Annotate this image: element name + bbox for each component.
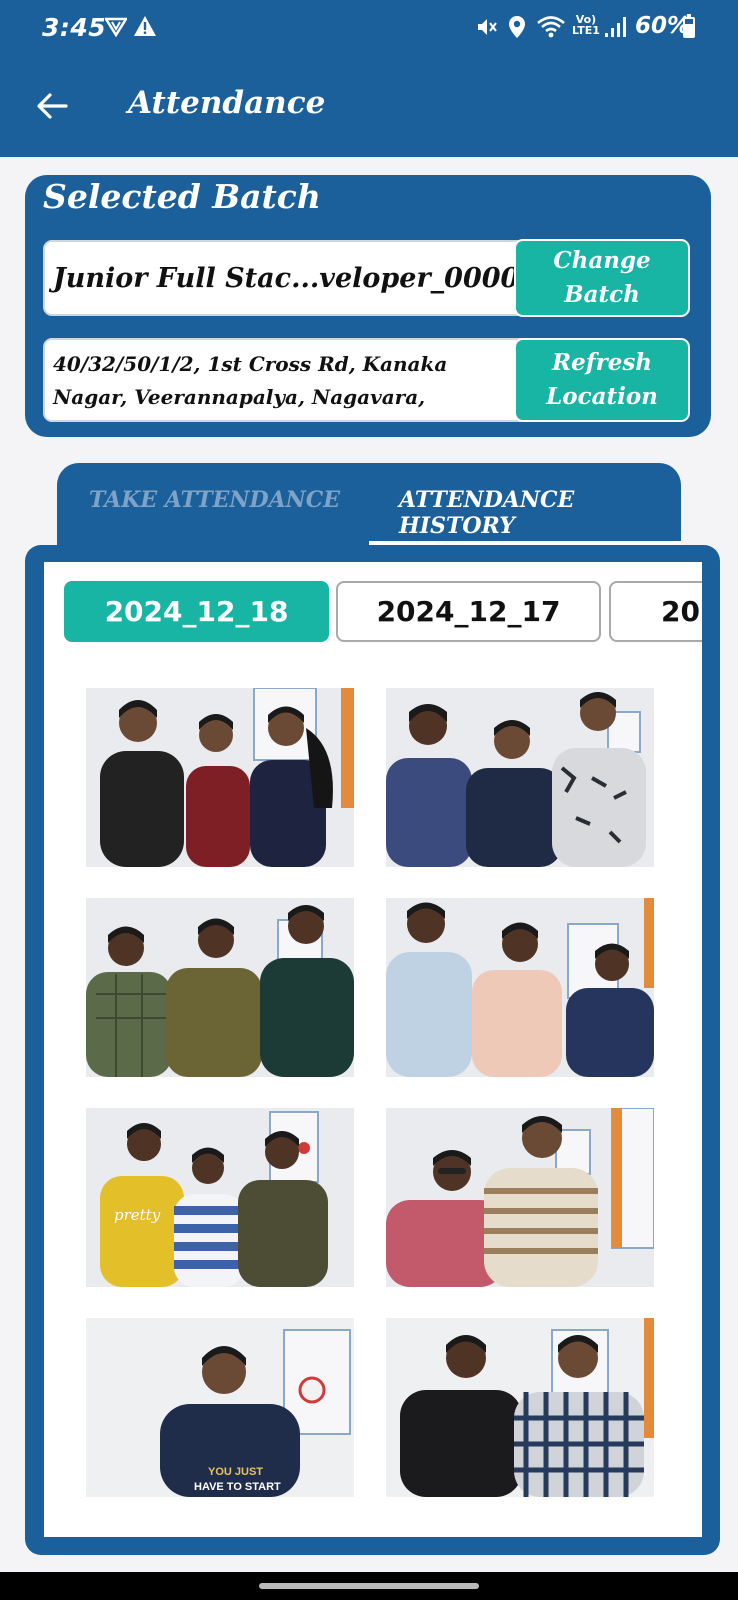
back-arrow-icon (37, 93, 68, 119)
wifi-icon (537, 16, 565, 38)
group-photo-image (86, 688, 354, 867)
date-chip-selected[interactable]: 2024_12_18 (64, 581, 329, 642)
refresh-location-button[interactable]: Refresh Location (514, 338, 690, 422)
attendance-history-panel: 2024_12_18 2024_12_17 20 pretty YOU JUST… (25, 545, 720, 1555)
warning-icon (134, 16, 156, 36)
attendance-photo[interactable] (386, 898, 654, 1077)
status-bar: 3:45 Vo) LTE1 60% (0, 0, 738, 57)
shirt-text-line-1: YOU JUST (208, 1466, 263, 1478)
attendance-photo[interactable] (86, 688, 354, 867)
batch-name-field: Junior Full Stac...veloper_00002 (43, 240, 531, 316)
refresh-location-label-2: Location (546, 383, 658, 410)
attendance-photo[interactable] (386, 688, 654, 867)
battery-icon (683, 14, 695, 38)
attendance-photo[interactable]: pretty (86, 1108, 354, 1287)
change-batch-label-2: Batch (564, 281, 640, 308)
attendance-photo[interactable]: YOU JUST HAVE TO START (86, 1318, 354, 1497)
group-photo-image: pretty (86, 1108, 354, 1287)
attendance-photo[interactable] (86, 898, 354, 1077)
battery-percent: 60% (635, 13, 691, 39)
location-pin-icon (509, 16, 525, 38)
date-chip-partial[interactable]: 20 (609, 581, 702, 642)
date-chip[interactable]: 2024_12_17 (336, 581, 601, 642)
group-photo-image (386, 1318, 654, 1497)
group-photo-image: YOU JUST HAVE TO START (86, 1318, 354, 1497)
v-app-icon (105, 17, 127, 37)
volte-indicator: Vo) LTE1 (572, 13, 600, 37)
status-time: 3:45 (42, 13, 107, 42)
shirt-text: pretty (114, 1206, 161, 1224)
refresh-location-label-1: Refresh (551, 349, 653, 376)
tab-take-attendance[interactable]: TAKE ATTENDANCE (89, 487, 340, 513)
tab-attendance-history[interactable]: ATTENDANCE HISTORY (399, 487, 681, 539)
group-photo-image (86, 898, 354, 1077)
location-field: 40/32/50/1/2, 1st Cross Rd, Kanaka Nagar… (43, 338, 531, 422)
history-content[interactable]: 2024_12_18 2024_12_17 20 pretty YOU JUST… (44, 562, 702, 1537)
system-nav-bar (0, 1572, 738, 1600)
group-photo-image (386, 898, 654, 1077)
attendance-photo[interactable] (386, 1318, 654, 1497)
group-photo-image (386, 688, 654, 867)
location-line-1: 40/32/50/1/2, 1st Cross Rd, Kanaka (53, 352, 448, 376)
selected-batch-heading: Selected Batch (43, 177, 321, 216)
shirt-text-line-2: HAVE TO START (194, 1481, 281, 1493)
selected-batch-card: Selected Batch Junior Full Stac...velope… (25, 175, 711, 437)
back-button[interactable] (28, 82, 76, 130)
signal-icon (605, 17, 626, 37)
change-batch-button[interactable]: Change Batch (514, 239, 690, 317)
attendance-tabs: TAKE ATTENDANCE ATTENDANCE HISTORY (57, 463, 681, 545)
app-bar: Attendance (0, 57, 738, 157)
home-gesture-handle[interactable] (259, 1583, 479, 1589)
mute-icon (478, 19, 497, 35)
location-line-2: Nagar, Veerannapalya, Nagavara, (53, 385, 426, 409)
page-title: Attendance (128, 85, 326, 121)
change-batch-label-1: Change (553, 247, 651, 274)
attendance-photo[interactable] (386, 1108, 654, 1287)
group-photo-image (386, 1108, 654, 1287)
